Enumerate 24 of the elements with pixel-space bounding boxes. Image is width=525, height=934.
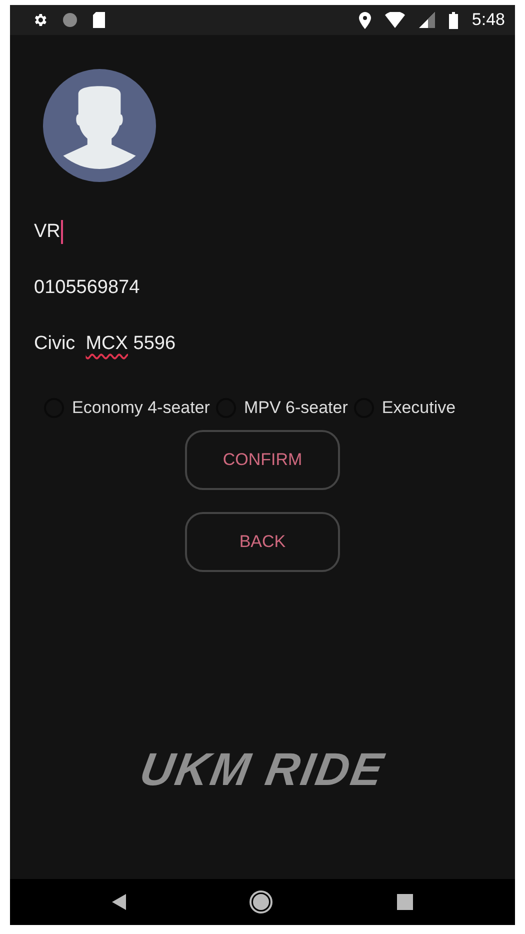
back-button[interactable]: BACK — [185, 512, 340, 572]
input-field[interactable]: Civic MCX 5596 — [34, 328, 294, 360]
confirm-button[interactable]: CONFIRM — [185, 430, 340, 490]
overview-icon[interactable] — [397, 894, 414, 910]
input-field[interactable]: 0105569874 — [34, 272, 294, 304]
home-icon[interactable] — [249, 890, 274, 914]
app-logo: UKM RIDE — [135, 742, 390, 796]
battery-icon — [448, 12, 458, 28]
settings-icon — [32, 12, 48, 28]
avatar-icon — [43, 69, 156, 182]
circle-icon — [62, 12, 78, 28]
radio-option[interactable]: Economy 4-seater — [44, 398, 210, 418]
signal-icon — [418, 12, 435, 28]
location-icon — [358, 12, 371, 28]
wifi-icon — [384, 12, 405, 28]
radio-label: Economy 4-seater — [72, 398, 210, 418]
radio-label: Executive — [382, 398, 456, 418]
radio-label: MPV 6-seater — [244, 398, 348, 418]
back-icon[interactable] — [112, 894, 126, 910]
radio-option[interactable]: MPV 6-seater — [216, 398, 348, 418]
sd-card-icon — [92, 12, 106, 28]
clock-time: 5:48 — [472, 10, 505, 30]
input-field[interactable]: VR — [34, 216, 294, 248]
radio-option[interactable]: Executive — [354, 398, 456, 418]
